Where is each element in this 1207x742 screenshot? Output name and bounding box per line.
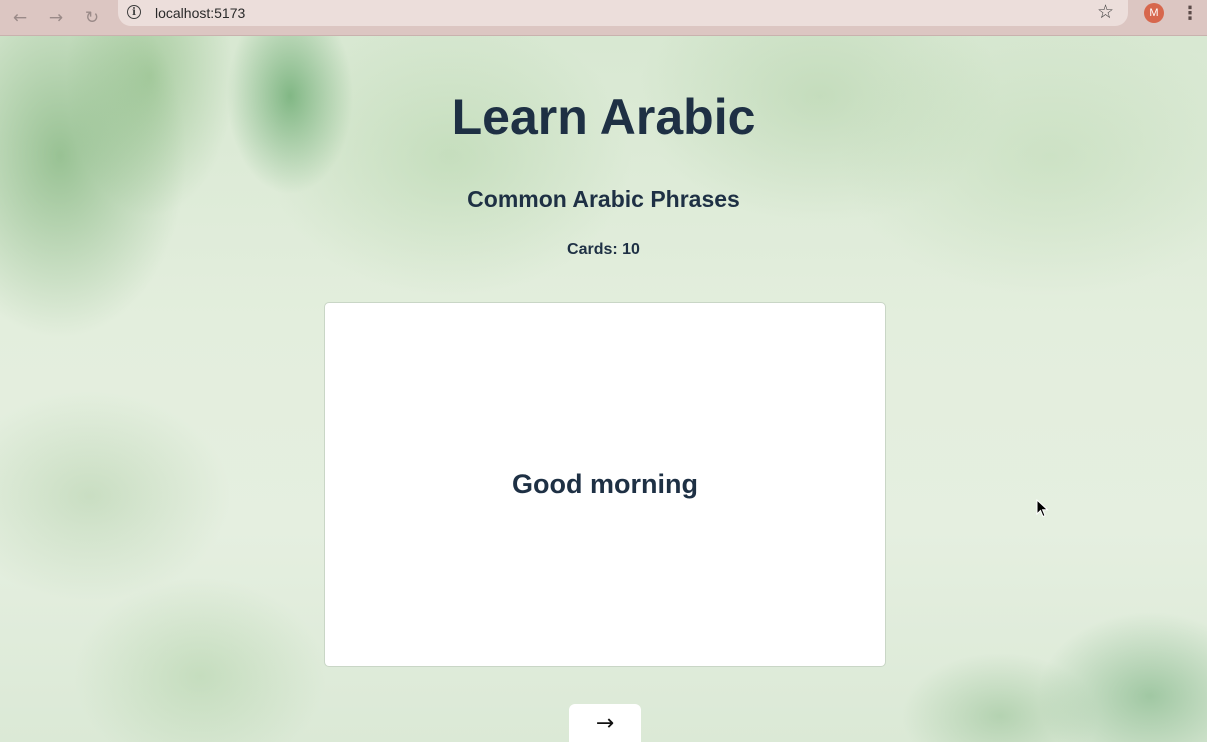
profile-avatar[interactable]: M (1144, 3, 1164, 23)
browser-toolbar: ← → ↻ i localhost:5173 ☆ M ⋮ (0, 0, 1207, 36)
next-card-button[interactable]: → (569, 704, 641, 742)
forward-icon[interactable]: → (42, 4, 70, 32)
reload-icon[interactable]: ↻ (78, 4, 106, 32)
deck-title: Common Arabic Phrases (467, 186, 740, 212)
flashcard[interactable]: Good morning (324, 302, 886, 667)
app-page: Learn Arabic Common Arabic Phrases Cards… (0, 36, 1207, 742)
address-bar[interactable]: i localhost:5173 ☆ (118, 0, 1128, 26)
mouse-cursor-icon (1036, 499, 1049, 518)
page-title: Learn Arabic (451, 89, 756, 145)
bookmark-star-icon[interactable]: ☆ (1097, 1, 1114, 23)
site-info-icon[interactable]: i (127, 5, 141, 19)
arrow-right-icon: → (595, 710, 615, 736)
card-count: Cards: 10 (567, 241, 640, 258)
browser-menu-icon[interactable]: ⋮ (1181, 3, 1199, 24)
flashcard-text: Good morning (512, 469, 698, 499)
back-icon[interactable]: ← (6, 4, 34, 32)
url-text[interactable]: localhost:5173 (155, 5, 245, 21)
